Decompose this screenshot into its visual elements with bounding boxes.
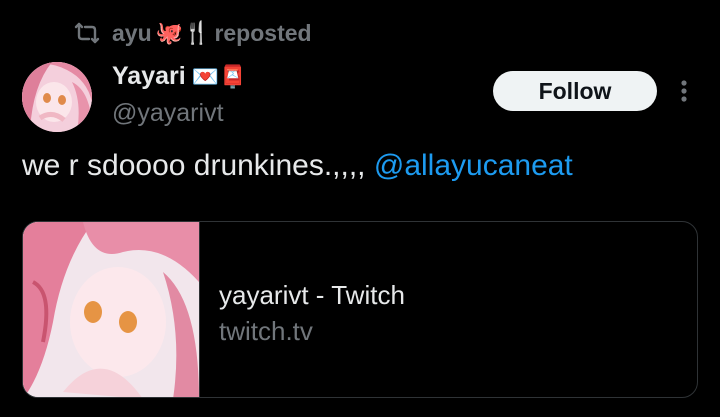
link-card[interactable]: yayarivt - Twitch twitch.tv [22,221,698,398]
link-card-domain: twitch.tv [219,316,313,346]
repost-header: ayu 🐙🍴 reposted [72,18,312,48]
repost-icon [74,22,100,44]
thumbnail-image [23,222,199,397]
tweet-text: we r sdoooo drunkines.,,,, @allayucaneat [22,149,573,183]
tweet-mention-link[interactable]: @allayucaneat [374,149,573,182]
avatar-image [22,62,92,132]
tweet-body: we r sdoooo drunkines.,,,, [22,149,374,182]
link-card-thumbnail [23,222,200,397]
repost-user-name[interactable]: ayu [112,20,152,47]
link-card-title: yayarivt - Twitch [219,280,405,310]
author-name-emojis: 💌📮 [191,63,247,89]
repost-user-emojis: 🐙🍴 [155,20,211,45]
more-options-icon[interactable] [676,76,692,106]
author-handle[interactable]: @yayarivt [112,99,224,128]
repost-label: reposted [214,19,312,46]
follow-button[interactable]: Follow [493,71,657,111]
avatar[interactable] [22,62,92,132]
author-display-name[interactable]: Yayari [112,62,186,91]
author-name-row[interactable]: Yayari 💌📮 [112,62,246,91]
